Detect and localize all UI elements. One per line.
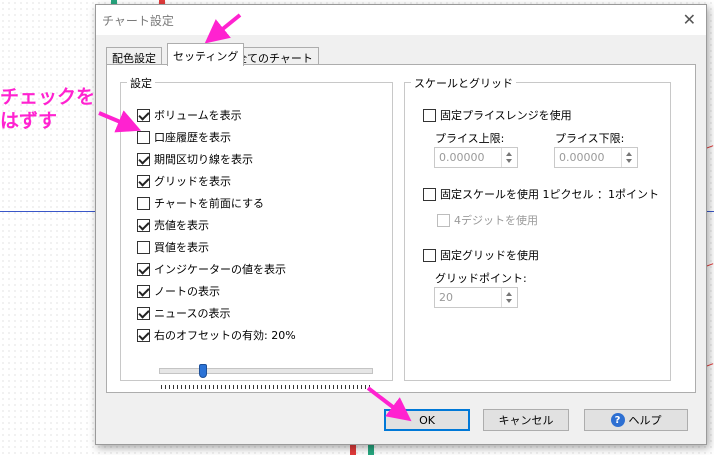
price-lower-spinbox[interactable]	[554, 147, 638, 168]
checkbox-label: 期間区切り線を表示	[154, 153, 253, 166]
price-lower-label: プライス下限:	[555, 132, 625, 145]
checkbox-box[interactable]	[137, 218, 150, 232]
checkbox-box[interactable]	[137, 240, 150, 254]
checkbox-box[interactable]	[423, 248, 436, 262]
help-icon: ?	[610, 413, 625, 427]
spin-arrows[interactable]	[501, 148, 517, 167]
offset-slider-thumb[interactable]	[199, 364, 207, 378]
checkbox-label: 固定グリッドを使用	[440, 249, 539, 262]
checkbox-show-grid[interactable]: グリッドを表示	[137, 173, 231, 189]
offset-slider-track[interactable]	[159, 368, 373, 374]
spin-down-icon[interactable]	[626, 159, 632, 163]
checkbox-label: 固定プライスレンジを使用	[440, 109, 572, 122]
checkbox-chart-foreground[interactable]: チャートを前面にする	[137, 195, 264, 211]
settings-panel: 設定 ボリュームを表示 口座履歴を表示 期間区切り線を表示 グリッドを表示 チャ…	[106, 64, 696, 393]
settings-group-title: 設定	[127, 75, 155, 91]
checkbox-box[interactable]	[137, 130, 150, 144]
checkbox-show-period-separators[interactable]: 期間区切り線を表示	[137, 151, 253, 167]
checkbox-label: グリッドを表示	[154, 175, 231, 188]
checkbox-label: 右のオフセットの有効: 20%	[154, 329, 296, 342]
checkbox-label: ノートの表示	[154, 285, 220, 298]
spin-down-icon[interactable]	[506, 159, 512, 163]
offset-slider-ticks	[161, 385, 373, 389]
cancel-button[interactable]: キャンセル	[483, 409, 569, 431]
checkbox-box[interactable]	[137, 152, 150, 166]
candle	[350, 445, 356, 455]
checkbox-four-digit[interactable]: 4デジットを使用	[437, 212, 538, 228]
tab-settings[interactable]: セッティング	[167, 43, 245, 66]
price-lower-input[interactable]	[555, 148, 621, 167]
close-icon[interactable]: ✕	[683, 10, 696, 29]
checkbox-box[interactable]	[437, 213, 450, 227]
checkbox-show-news[interactable]: ニュースの表示	[137, 305, 230, 321]
checkbox-fixed-price-range[interactable]: 固定プライスレンジを使用	[423, 107, 572, 123]
checkbox-show-volume[interactable]: ボリュームを表示	[137, 107, 242, 123]
price-upper-input[interactable]	[435, 148, 501, 167]
annotation-line-2: はずす	[0, 110, 58, 132]
price-upper-label: プライス上限:	[435, 132, 505, 145]
help-label: ヘルプ	[628, 414, 662, 427]
title-bar: チャート設定 ✕	[96, 5, 706, 35]
checkbox-label: 4デジットを使用	[454, 214, 538, 227]
checkbox-label: ボリュームを表示	[154, 109, 242, 122]
checkbox-box[interactable]	[137, 196, 150, 210]
checkbox-box[interactable]	[137, 174, 150, 188]
spin-up-icon[interactable]	[626, 152, 632, 156]
spin-up-icon[interactable]	[506, 292, 512, 296]
chart-settings-dialog: チャート設定 ✕ 配色設定 セッティング 全てのチャート 設定 ボリュームを表示…	[95, 4, 707, 445]
scale-grid-group-title: スケールとグリッド	[411, 75, 516, 91]
annotation-line-1: チェックを	[0, 86, 96, 108]
checkbox-box[interactable]	[137, 328, 150, 342]
settings-group: 設定 ボリュームを表示 口座履歴を表示 期間区切り線を表示 グリッドを表示 チャ…	[120, 75, 393, 389]
cancel-label: キャンセル	[498, 414, 554, 427]
checkbox-label: ニュースの表示	[154, 307, 231, 320]
dialog-title: チャート設定	[102, 14, 174, 28]
checkbox-show-account-history[interactable]: 口座履歴を表示	[137, 129, 231, 145]
checkbox-box[interactable]	[137, 108, 150, 122]
checkbox-box[interactable]	[137, 262, 150, 276]
help-button[interactable]: ? ヘルプ	[584, 409, 688, 431]
grid-points-label: グリッドポイント:	[435, 272, 527, 285]
checkbox-label: インジケーターの値を表示	[154, 263, 286, 276]
spin-arrows[interactable]	[621, 148, 637, 167]
checkbox-box[interactable]	[137, 284, 150, 298]
checkbox-show-notes[interactable]: ノートの表示	[137, 283, 220, 299]
spin-down-icon[interactable]	[506, 299, 512, 303]
checkbox-show-ask[interactable]: 買値を表示	[137, 239, 209, 255]
spin-arrows[interactable]	[501, 288, 517, 307]
checkbox-show-bid[interactable]: 売値を表示	[137, 217, 209, 233]
spin-up-icon[interactable]	[506, 152, 512, 156]
annotation-text: チェックを はずす	[0, 85, 95, 133]
checkbox-label: 口座履歴を表示	[154, 131, 231, 144]
checkbox-right-offset[interactable]: 右のオフセットの有効: 20%	[137, 327, 296, 343]
scale-grid-group: スケールとグリッド 固定プライスレンジを使用 プライス上限: プライス下限: 固…	[404, 75, 671, 381]
checkbox-label: 買値を表示	[154, 241, 209, 254]
checkbox-box[interactable]	[423, 108, 436, 122]
checkbox-box[interactable]	[423, 187, 436, 201]
ok-label: OK	[419, 413, 435, 427]
price-upper-spinbox[interactable]	[434, 147, 518, 168]
ok-button[interactable]: OK	[384, 409, 470, 431]
grid-points-input[interactable]	[435, 288, 501, 307]
checkbox-fixed-scale[interactable]: 固定スケールを使用 1ピクセル ：1ポイント	[423, 186, 659, 202]
checkbox-show-indicator-values[interactable]: インジケーターの値を表示	[137, 261, 286, 277]
tab-colors[interactable]: 配色設定	[106, 47, 162, 65]
checkbox-fixed-grid[interactable]: 固定グリッドを使用	[423, 247, 539, 263]
checkbox-label: 売値を表示	[154, 219, 209, 232]
checkbox-box[interactable]	[137, 306, 150, 320]
checkbox-label: 固定スケールを使用 1ピクセル ：1ポイント	[440, 188, 659, 201]
grid-points-spinbox[interactable]	[434, 287, 518, 308]
checkbox-label: チャートを前面にする	[154, 197, 264, 210]
